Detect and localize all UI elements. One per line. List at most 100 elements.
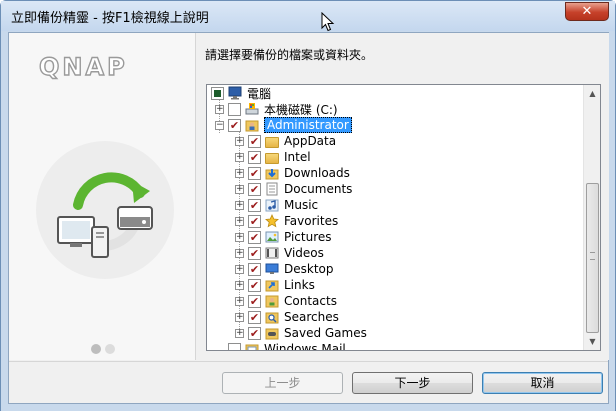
tree-row-windows-mail[interactable]: Windows Mail (215, 341, 346, 351)
videos-icon (265, 247, 279, 259)
tree-label-intel: Intel (284, 150, 311, 164)
tree-row-saved-games[interactable]: + ✔ Saved Games (235, 325, 367, 341)
tree-label-computer: 電腦 (247, 86, 272, 101)
expand-toggle[interactable]: + (235, 280, 244, 290)
expand-toggle[interactable]: + (235, 152, 244, 162)
expand-toggle[interactable]: + (215, 104, 224, 114)
qnap-logo: QNAP (39, 53, 128, 81)
searches-checkbox[interactable]: ✔ (248, 310, 261, 324)
drive-icon (245, 103, 259, 115)
expand-toggle[interactable]: + (235, 184, 244, 194)
tree-label-appdata: AppData (284, 134, 337, 148)
appdata-checkbox[interactable]: ✔ (248, 134, 261, 148)
tree-row-documents[interactable]: + ✔ Documents (235, 181, 352, 197)
tree-row-links[interactable]: + ✔ Links (235, 277, 315, 293)
title-bar[interactable]: 立即備份精靈 - 按F1檢視線上說明 ✕ (1, 1, 615, 31)
window-title: 立即備份精靈 - 按F1檢視線上說明 (11, 11, 209, 26)
downloads-icon (265, 169, 279, 180)
favorites-checkbox[interactable]: ✔ (248, 214, 261, 228)
close-button[interactable]: ✕ (565, 2, 609, 21)
scroll-down-arrow-icon[interactable]: ▼ (584, 333, 600, 350)
downloads-checkbox[interactable]: ✔ (248, 166, 261, 180)
side-panel: QNAP (9, 33, 196, 360)
links-checkbox[interactable]: ✔ (248, 278, 261, 292)
page-indicator (91, 344, 115, 354)
scroll-thumb[interactable] (586, 183, 599, 333)
pictures-checkbox[interactable]: ✔ (248, 230, 261, 244)
backup-illustration-icon (57, 172, 153, 258)
music-checkbox[interactable]: ✔ (248, 198, 261, 212)
videos-checkbox[interactable]: ✔ (248, 246, 261, 260)
tree-row-desktop[interactable]: + ✔ Desktop (235, 261, 334, 277)
saved-games-icon (265, 328, 279, 340)
windows-mail-checkbox[interactable] (228, 342, 241, 350)
folder-tree[interactable]: 電腦 + 本機磁碟 (C:) − ✔ Administrator + ✔ App… (206, 84, 601, 351)
documents-icon (266, 182, 278, 196)
window-bottom-frame (1, 404, 615, 411)
wizard-body: QNAP 請選擇要備份的檔案或資料夾。 電腦 + 本機磁碟 (C:) − ✔ A… (8, 32, 609, 404)
mail-folder-icon (245, 344, 259, 350)
tree-label-downloads: Downloads (284, 166, 350, 180)
folder-icon (265, 136, 279, 148)
page-dot-active[interactable] (91, 344, 101, 354)
user-folder-icon (245, 120, 259, 132)
tree-scrollbar[interactable]: ▲ ▼ (583, 85, 600, 350)
scroll-up-arrow-icon[interactable]: ▲ (584, 85, 600, 102)
documents-checkbox[interactable]: ✔ (248, 182, 261, 196)
expand-toggle[interactable]: + (235, 296, 244, 306)
cancel-button[interactable]: 取消 (482, 372, 603, 394)
saved-games-checkbox[interactable]: ✔ (248, 326, 261, 340)
intel-checkbox[interactable]: ✔ (248, 150, 261, 164)
expand-toggle[interactable]: + (235, 328, 244, 338)
expand-toggle[interactable]: + (235, 248, 244, 258)
expand-toggle[interactable]: + (235, 264, 244, 274)
tree-row-intel[interactable]: + ✔ Intel (235, 149, 311, 165)
footer-divider (9, 361, 608, 362)
tree-label-videos: Videos (284, 246, 324, 260)
tree-row-appdata[interactable]: + ✔ AppData (235, 133, 336, 149)
administrator-checkbox[interactable]: ✔ (228, 118, 241, 132)
tree-row-contacts[interactable]: + ✔ Contacts (235, 293, 337, 309)
expand-toggle[interactable]: + (235, 232, 244, 242)
expand-toggle[interactable]: + (235, 312, 244, 322)
tree-row-pictures[interactable]: + ✔ Pictures (235, 229, 332, 245)
scroll-grip-icon (590, 252, 595, 260)
expand-toggle[interactable]: + (235, 168, 244, 178)
tree-row-music[interactable]: + ✔ Music (235, 197, 318, 213)
tree-row-favorites[interactable]: + ✔ Favorites (235, 213, 338, 229)
tree-label-administrator: Administrator (264, 117, 352, 133)
tree-label-pictures: Pictures (284, 230, 332, 244)
tree-row-computer[interactable]: 電腦 (211, 85, 271, 101)
searches-icon (265, 312, 279, 324)
desktop-checkbox[interactable]: ✔ (248, 262, 261, 276)
computer-icon (228, 86, 242, 100)
tree-label-links: Links (284, 278, 315, 292)
collapse-toggle[interactable]: − (215, 120, 224, 130)
tree-row-downloads[interactable]: + ✔ Downloads (235, 165, 350, 181)
expand-toggle[interactable]: + (235, 136, 244, 146)
contacts-icon (265, 295, 279, 308)
tree-label-desktop: Desktop (284, 262, 334, 276)
page-dot[interactable] (105, 344, 115, 354)
tree-label-local-disk: 本機磁碟 (C:) (264, 102, 338, 117)
computer-checkbox[interactable] (211, 86, 224, 100)
back-button[interactable]: 上一步 (222, 372, 343, 394)
tree-label-contacts: Contacts (284, 294, 337, 308)
music-icon (265, 199, 279, 212)
tree-label-saved-games: Saved Games (284, 326, 367, 340)
tree-row-local-disk[interactable]: + 本機磁碟 (C:) (215, 101, 338, 117)
next-button[interactable]: 下一步 (352, 372, 473, 394)
local-disk-checkbox[interactable] (228, 102, 241, 116)
tree-label-music: Music (284, 198, 319, 212)
tree-row-videos[interactable]: + ✔ Videos (235, 245, 324, 261)
mouse-cursor-icon (321, 12, 335, 32)
contacts-checkbox[interactable]: ✔ (248, 294, 261, 308)
pictures-icon (265, 231, 279, 243)
svg-text:QNAP: QNAP (39, 53, 128, 81)
tree-row-administrator[interactable]: − ✔ Administrator (215, 117, 352, 133)
expand-toggle[interactable]: + (235, 200, 244, 210)
tree-label-documents: Documents (284, 182, 353, 196)
expand-toggle[interactable]: + (235, 216, 244, 226)
tree-row-searches[interactable]: + ✔ Searches (235, 309, 339, 325)
tree-label-windows-mail: Windows Mail (264, 342, 346, 351)
